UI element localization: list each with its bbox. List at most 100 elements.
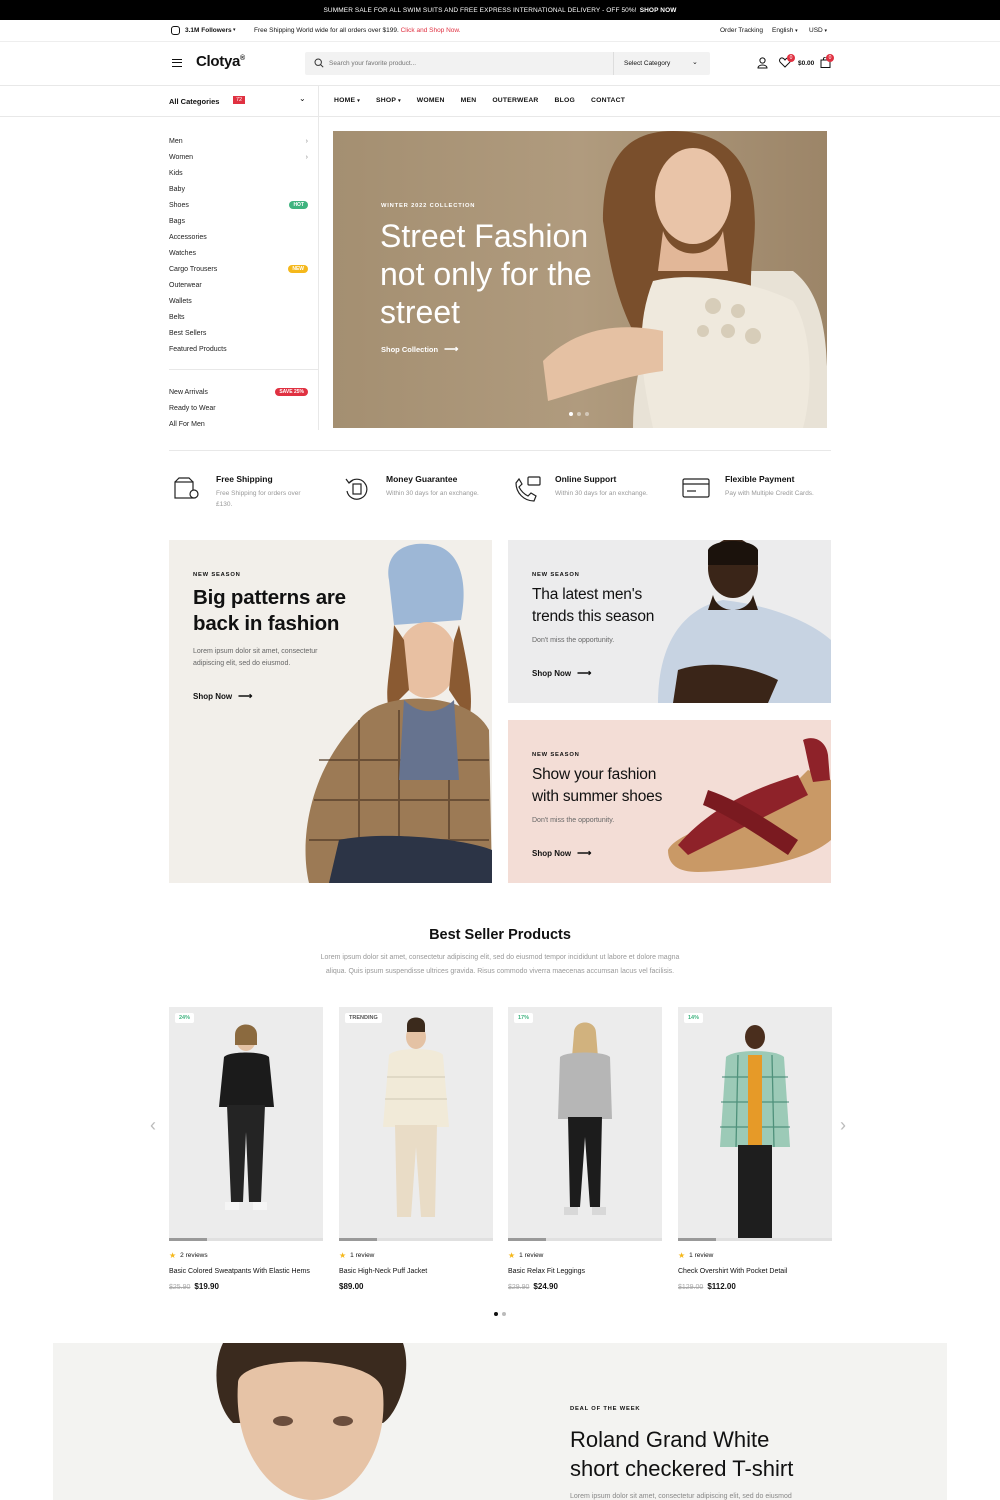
announcement-shop-link[interactable]: SHOP NOW xyxy=(640,7,677,14)
chevron-down-icon: ⌄ xyxy=(299,94,306,103)
box-icon xyxy=(174,477,199,499)
product-card[interactable]: 24% ★ 2 reviews Basic Colored Sweatpants … xyxy=(169,1007,323,1291)
navigation-bar: All Categories 72 ⌄ HOME ▾ SHOP ▾ WOMEN … xyxy=(0,86,1000,117)
site-logo[interactable]: Clotya® xyxy=(196,53,245,70)
refund-icon xyxy=(345,478,368,500)
shipping-link[interactable]: Click and Shop Now. xyxy=(401,27,461,34)
star-icon: ★ xyxy=(339,1251,347,1260)
carousel-prev-arrow[interactable]: ‹ xyxy=(150,1115,156,1136)
carousel-dot[interactable] xyxy=(502,1312,506,1316)
cart-total[interactable]: $0.00 xyxy=(798,60,814,67)
hero-slider: WINTER 2022 COLLECTION Street Fashion no… xyxy=(333,131,827,428)
sidebar-item-baby[interactable]: Baby xyxy=(169,181,308,197)
all-categories-toggle[interactable]: All Categories 72 ⌄ xyxy=(169,86,319,117)
language-select[interactable]: English ▾ xyxy=(772,27,798,34)
banner-kicker: NEW SEASON xyxy=(532,752,580,758)
product-card[interactable]: 17% ★ 1 review Basic Relax Fit Leggings $… xyxy=(508,1007,662,1291)
section-title: Best Seller Products xyxy=(429,927,571,943)
arrow-right-icon: ⟶ xyxy=(444,344,459,355)
phone-icon xyxy=(515,476,541,502)
product-name[interactable]: Basic High-Neck Puff Jacket xyxy=(339,1268,493,1275)
nav-home[interactable]: HOME ▾ xyxy=(334,97,360,104)
sidebar-item-men[interactable]: Men › xyxy=(169,133,308,149)
sidebar-item-best-sellers[interactable]: Best Sellers xyxy=(169,325,308,341)
currency-select[interactable]: USD ▾ xyxy=(809,27,827,34)
slider-dot[interactable] xyxy=(577,412,581,416)
order-tracking-link[interactable]: Order Tracking xyxy=(720,27,763,34)
product-price: $29.90 $24.90 xyxy=(508,1282,558,1291)
hero-shop-collection-button[interactable]: Shop Collection ⟶ xyxy=(381,344,458,355)
nav-outerwear[interactable]: OUTERWEAR xyxy=(492,97,538,104)
feature-free-shipping: Free Shipping Free Shipping for orders o… xyxy=(169,470,329,515)
sidebar-separator xyxy=(169,357,319,370)
sidebar-item-wallets[interactable]: Wallets xyxy=(169,293,308,309)
banner-description: Lorem ipsum dolor sit amet, consectetur … xyxy=(193,648,318,667)
banner-big-patterns[interactable]: NEW SEASON Big patterns are back in fash… xyxy=(169,540,492,883)
search-icon[interactable] xyxy=(314,58,324,68)
sidebar-item-ready-to-wear[interactable]: Ready to Wear xyxy=(169,400,308,416)
sidebar-item-bags[interactable]: Bags xyxy=(169,213,308,229)
banner-mens-trends[interactable]: NEW SEASON Tha latest men's trends this … xyxy=(508,540,831,703)
section-divider xyxy=(169,450,831,451)
slider-dot[interactable] xyxy=(585,412,589,416)
nav-men[interactable]: MEN xyxy=(461,97,477,104)
user-icon[interactable] xyxy=(757,57,768,69)
sidebar-item-outerwear[interactable]: Outerwear xyxy=(169,277,308,293)
banner-kicker: NEW SEASON xyxy=(193,572,241,578)
product-image[interactable]: 24% xyxy=(169,1007,323,1238)
product-card[interactable]: TRENDING ★ 1 review Basic High-Neck Puff … xyxy=(339,1007,493,1291)
deal-of-the-week: DEAL OF THE WEEK Roland Grand White shor… xyxy=(53,1343,947,1500)
product-card[interactable]: 14% ★ 1 review Check Overshirt With Pocke… xyxy=(678,1007,832,1291)
search-divider xyxy=(613,52,614,75)
sidebar-item-women[interactable]: Women › xyxy=(169,149,308,165)
deal-description: Lorem ipsum dolor sit amet, consectetur … xyxy=(570,1493,792,1500)
shipping-notice: Free Shipping World wide for all orders … xyxy=(254,27,461,34)
product-image[interactable]: 17% xyxy=(508,1007,662,1238)
arrow-right-icon: ⟶ xyxy=(577,848,592,859)
search-input[interactable] xyxy=(329,55,609,72)
image-progress-bar xyxy=(169,1238,323,1241)
chevron-down-icon: ▾ xyxy=(824,28,828,34)
sidebar-item-watches[interactable]: Watches xyxy=(169,245,308,261)
discount-badge: 14% xyxy=(684,1013,704,1023)
product-image[interactable]: TRENDING xyxy=(339,1007,493,1238)
feature-money-guarantee: Money Guarantee Within 30 days for an ex… xyxy=(339,470,499,515)
sidebar-item-new-arrivals[interactable]: New Arrivals SAVE 25% xyxy=(169,384,308,400)
nav-contact[interactable]: CONTACT xyxy=(591,97,625,104)
deal-title: Roland Grand White short checkered T-shi… xyxy=(570,1427,794,1481)
nav-blog[interactable]: BLOG xyxy=(555,97,575,104)
sidebar-item-featured-products[interactable]: Featured Products xyxy=(169,341,308,357)
banner-shop-now-button[interactable]: Shop Now ⟶ xyxy=(532,668,591,679)
chevron-right-icon: › xyxy=(305,153,308,161)
sidebar-item-cargo-trousers[interactable]: Cargo Trousers NEW xyxy=(169,261,308,277)
banner-summer-shoes[interactable]: NEW SEASON Show your fashion with summer… xyxy=(508,720,831,883)
deal-model-image xyxy=(216,1343,407,1500)
sidebar-item-accessories[interactable]: Accessories xyxy=(169,229,308,245)
hero-slider-dots xyxy=(569,412,589,416)
product-price: $129.00 $112.00 xyxy=(678,1282,736,1291)
chevron-down-icon: ▾ xyxy=(233,27,236,33)
carousel-dot-active[interactable] xyxy=(494,1312,498,1316)
sidebar-item-all-for-men[interactable]: All For Men xyxy=(169,416,308,432)
menu-icon[interactable] xyxy=(172,59,182,67)
nav-shop[interactable]: SHOP ▾ xyxy=(376,97,401,104)
banner-shop-now-button[interactable]: Shop Now ⟶ xyxy=(532,848,591,859)
sidebar-item-belts[interactable]: Belts xyxy=(169,309,308,325)
nav-women[interactable]: WOMEN xyxy=(417,97,445,104)
banner-shop-now-button[interactable]: Shop Now ⟶ xyxy=(193,691,252,702)
product-name[interactable]: Basic Relax Fit Leggings xyxy=(508,1268,662,1275)
followers-count[interactable]: 3.1M Followers xyxy=(185,27,232,34)
sidebar-item-kids[interactable]: Kids xyxy=(169,165,308,181)
category-select[interactable]: Select Category xyxy=(624,60,670,67)
section-description: Lorem ipsum dolor sit amet, consectetur … xyxy=(320,954,680,975)
product-rating: ★ 1 review xyxy=(678,1251,714,1260)
carousel-next-arrow[interactable]: › xyxy=(840,1115,846,1136)
save-badge: SAVE 25% xyxy=(275,388,308,396)
product-name[interactable]: Check Overshirt With Pocket Detail xyxy=(678,1268,832,1275)
card-icon xyxy=(682,478,710,498)
slider-dot-active[interactable] xyxy=(569,412,573,416)
sidebar-item-shoes[interactable]: Shoes HOT xyxy=(169,197,308,213)
instagram-icon[interactable] xyxy=(171,26,180,35)
product-image[interactable]: 14% xyxy=(678,1007,832,1238)
product-name[interactable]: Basic Colored Sweatpants With Elastic He… xyxy=(169,1268,323,1275)
